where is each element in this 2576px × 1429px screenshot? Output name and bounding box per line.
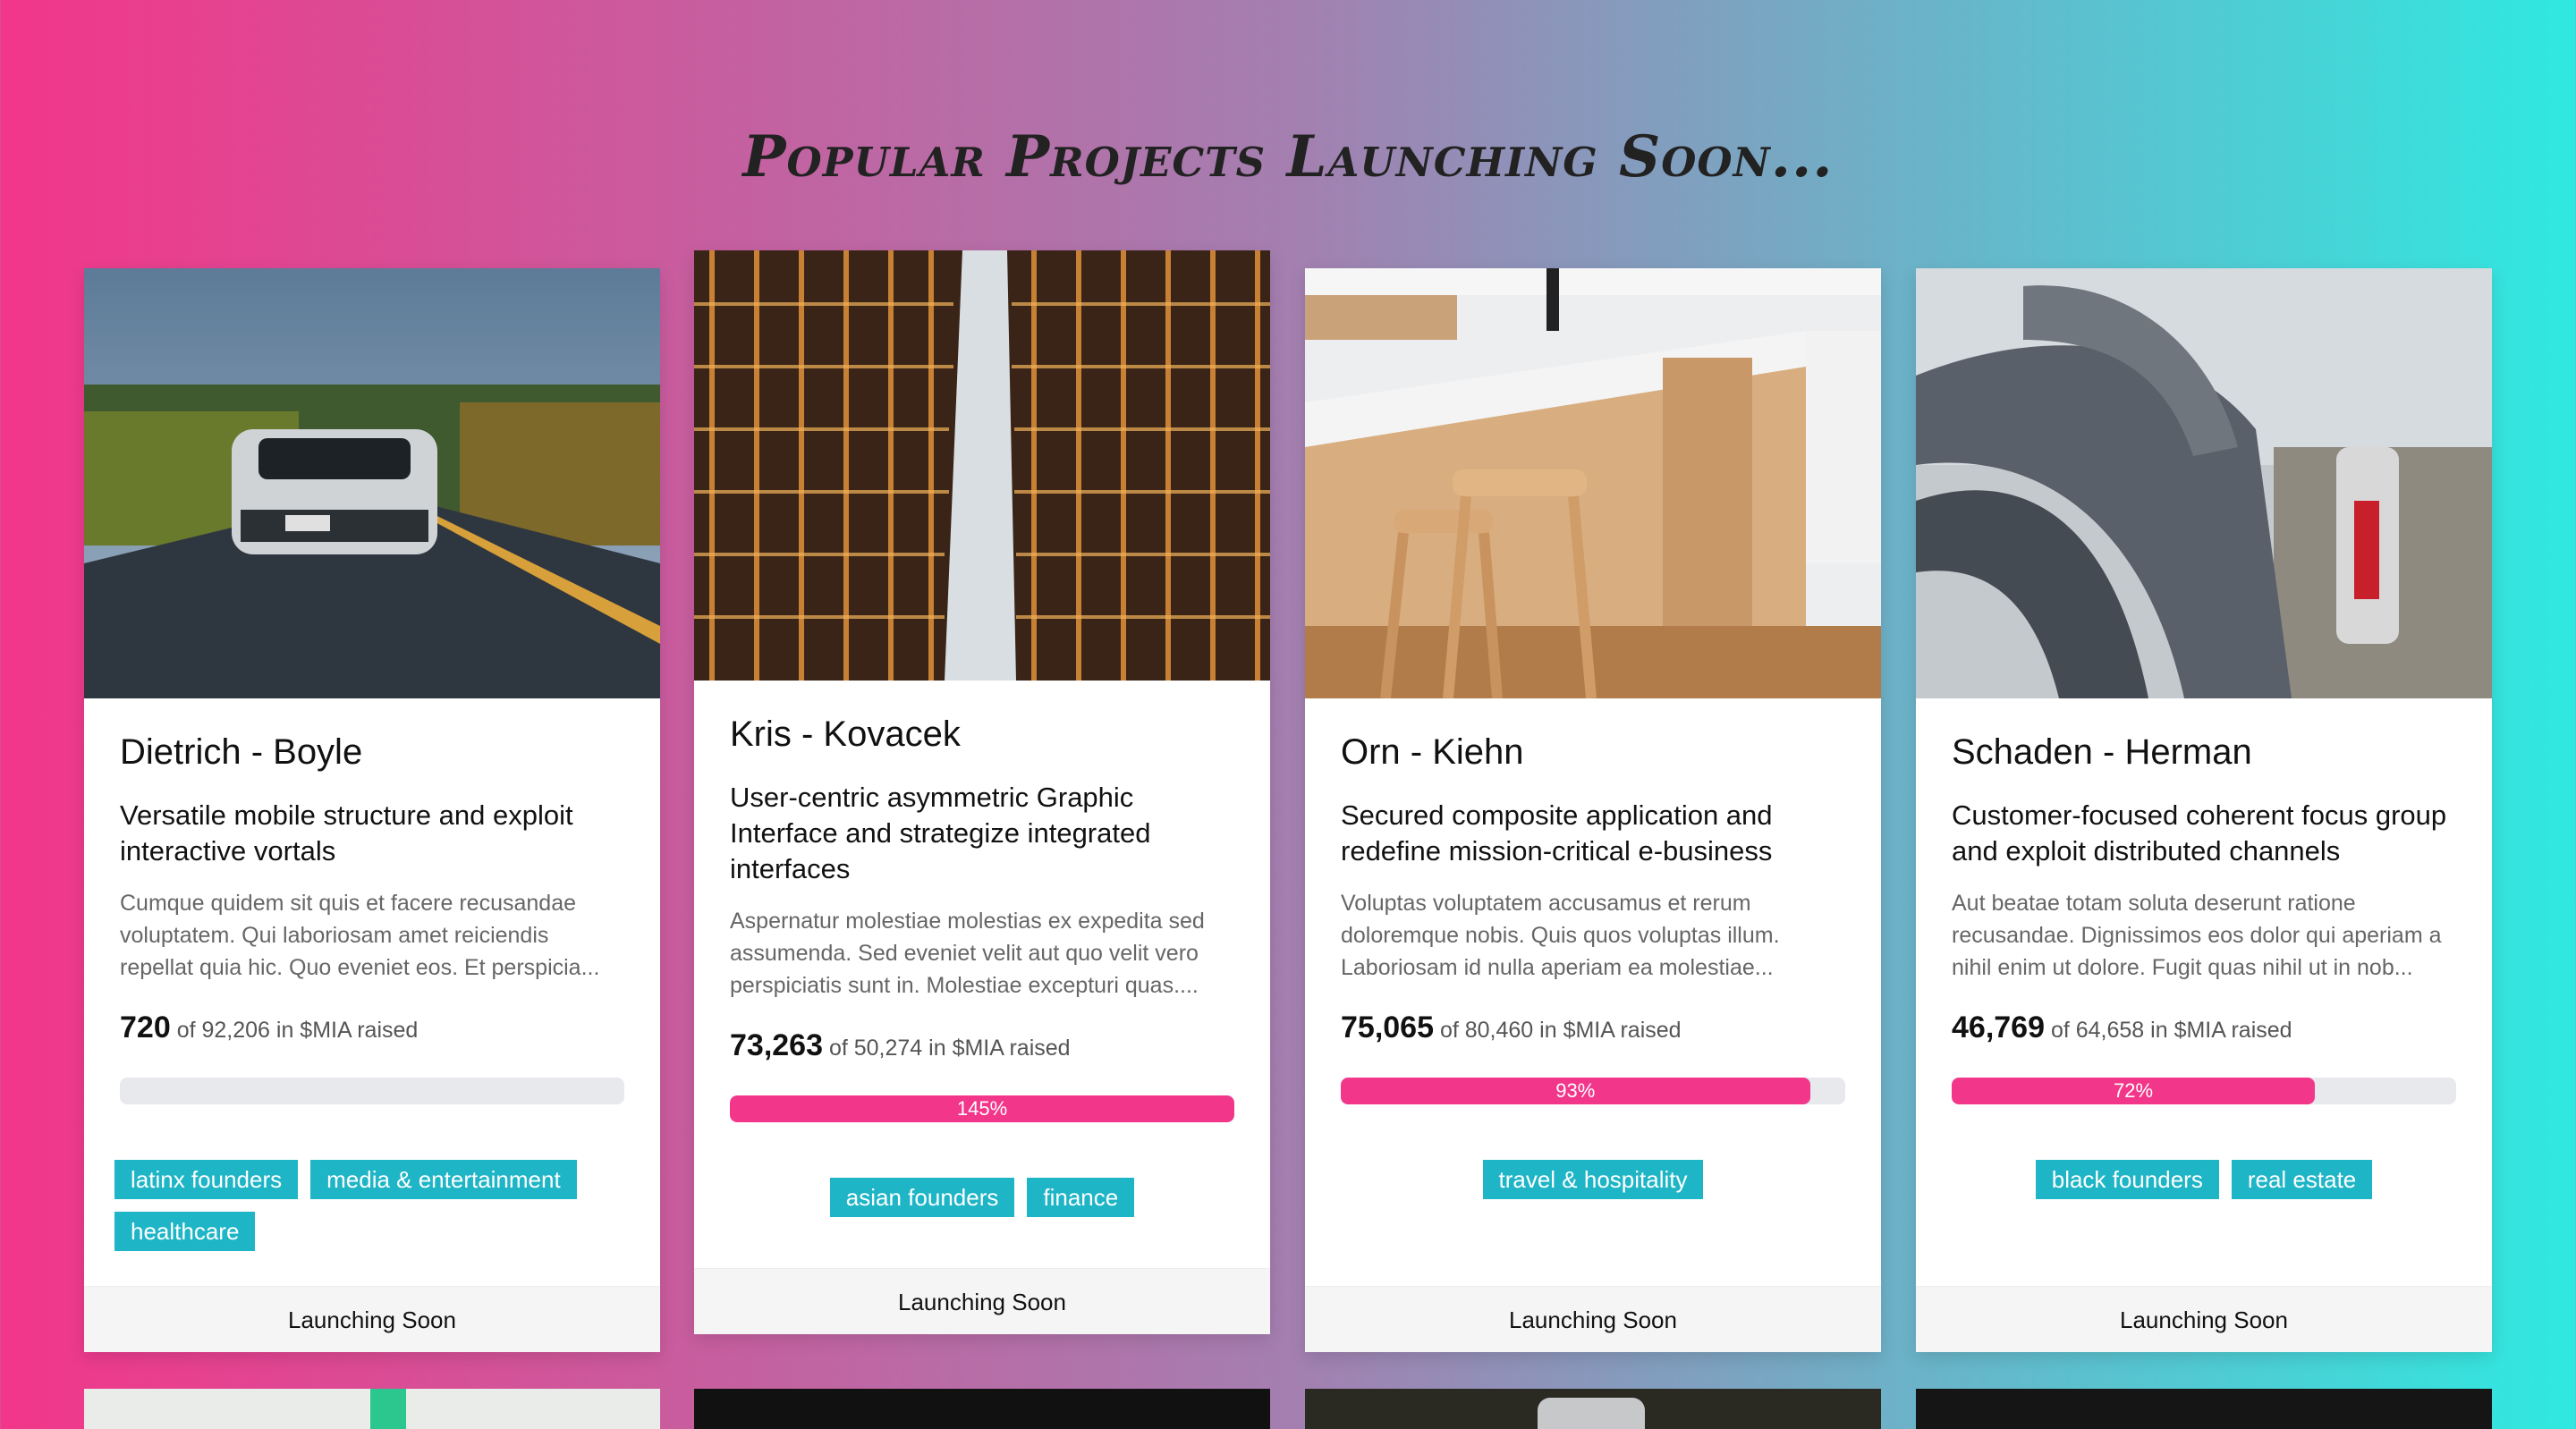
raised-text: of 64,658 in $MIA raised	[2050, 1018, 2292, 1043]
card-footer-status: Launching Soon	[1916, 1286, 2492, 1352]
tag[interactable]: asian founders	[829, 1178, 1015, 1217]
tag[interactable]: latinx founders	[114, 1160, 299, 1199]
project-image	[1305, 268, 1881, 698]
raised-info: 720 of 92,206 in $MIA raised	[120, 1010, 624, 1045]
project-image	[1916, 268, 2492, 698]
raised-text: of 50,274 in $MIA raised	[828, 1036, 1071, 1061]
progress-bar: 93%	[1341, 1078, 1845, 1104]
card-footer-status: Launching Soon	[1305, 1286, 1881, 1352]
project-description: Voluptas voluptatem accusamus et rerum d…	[1341, 891, 1780, 980]
project-card[interactable]: Schaden - Herman Customer-focused cohere…	[1916, 268, 2492, 1352]
tag[interactable]: travel & hospitality	[1482, 1160, 1704, 1199]
tag-list: latinx founders media & entertainment he…	[114, 1160, 624, 1251]
raised-text: of 92,206 in $MIA raised	[176, 1018, 419, 1043]
project-headline: Customer-focused coherent focus group an…	[1952, 799, 2447, 867]
progress-fill: 93%	[1341, 1078, 1810, 1104]
project-headline: Versatile mobile structure and exploit i…	[120, 799, 573, 867]
project-description: Cumque quidem sit quis et facere recusan…	[120, 891, 600, 980]
raised-amount: 75,065	[1341, 1010, 1434, 1044]
project-card-next-row[interactable]	[1305, 1389, 1881, 1429]
image-fragment	[370, 1389, 406, 1429]
image-fragment	[1538, 1398, 1645, 1429]
project-name[interactable]: Orn - Kiehn	[1341, 732, 1845, 773]
page-title: Popular Projects Launching Soon...	[742, 123, 1834, 190]
progress-fill: 72%	[1952, 1078, 2316, 1104]
project-card[interactable]: Kris - Kovacek User-centric asymmetric G…	[694, 250, 1270, 1334]
project-name[interactable]: Schaden - Herman	[1952, 732, 2456, 773]
card-footer-status: Launching Soon	[694, 1268, 1270, 1334]
raised-info: 75,065 of 80,460 in $MIA raised	[1341, 1010, 1845, 1045]
tag-list: travel & hospitality	[1341, 1160, 1845, 1199]
project-headline: Secured composite application and redefi…	[1341, 799, 1773, 867]
project-card[interactable]: Orn - Kiehn Secured composite applicatio…	[1305, 268, 1881, 1352]
card-footer-status: Launching Soon	[84, 1286, 660, 1352]
tag[interactable]: media & entertainment	[310, 1160, 577, 1199]
tag[interactable]: healthcare	[114, 1212, 256, 1251]
project-headline: User-centric asymmetric Graphic Interfac…	[730, 782, 1151, 884]
project-name[interactable]: Kris - Kovacek	[730, 714, 1234, 755]
project-card[interactable]: Dietrich - Boyle Versatile mobile struct…	[84, 268, 660, 1352]
tag[interactable]: black founders	[2035, 1160, 2219, 1199]
progress-bar: 72%	[1952, 1078, 2456, 1104]
progress-bar: 145%	[730, 1095, 1234, 1122]
project-description: Aut beatae totam soluta deserunt ratione…	[1952, 891, 2442, 980]
tag-list: black founders real estate	[1952, 1160, 2456, 1199]
raised-info: 46,769 of 64,658 in $MIA raised	[1952, 1010, 2456, 1045]
raised-amount: 73,263	[730, 1028, 823, 1062]
project-image	[694, 250, 1270, 681]
project-card-next-row[interactable]	[84, 1389, 660, 1429]
raised-text: of 80,460 in $MIA raised	[1439, 1018, 1682, 1043]
tag[interactable]: real estate	[2231, 1160, 2373, 1199]
tag-list: asian founders finance	[730, 1178, 1234, 1217]
project-description: Aspernatur molestiae molestias ex expedi…	[730, 909, 1205, 998]
project-name[interactable]: Dietrich - Boyle	[120, 732, 624, 773]
raised-info: 73,263 of 50,274 in $MIA raised	[730, 1028, 1234, 1063]
progress-fill: 145%	[730, 1095, 1234, 1122]
raised-amount: 720	[120, 1010, 171, 1044]
tag[interactable]: finance	[1027, 1178, 1135, 1217]
raised-amount: 46,769	[1952, 1010, 2045, 1044]
project-image	[84, 268, 660, 698]
progress-bar	[120, 1078, 624, 1104]
project-card-next-row[interactable]	[1916, 1389, 2492, 1429]
project-card-next-row[interactable]	[694, 1389, 1270, 1429]
